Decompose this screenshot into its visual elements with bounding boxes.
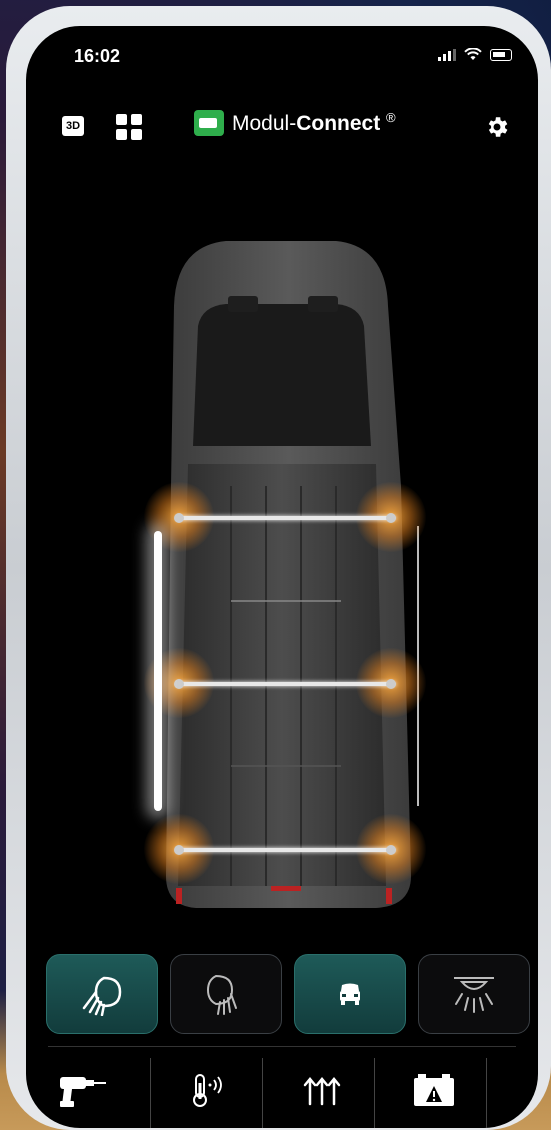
tabbar-divider [48,1046,516,1047]
rail-mount [386,513,396,523]
phone-screen: 16:02 3D Modul-Connect ® [26,26,538,1128]
tab-battery[interactable] [378,1058,490,1122]
thermometer-signal-icon [193,1074,222,1107]
ceiling-light-button[interactable] [418,954,530,1034]
tab-separator [150,1058,151,1128]
brand-name-bold: Connect [296,112,381,135]
roof-rail [176,848,396,852]
vehicle-light-button[interactable] [294,954,406,1034]
battery-icon [490,48,512,61]
grid-cell [116,114,127,125]
status-bar: 16:02 [26,26,538,86]
brand-name-light: Modul- [232,112,297,135]
grid-cell [131,129,142,140]
roof-rail [176,682,396,686]
high-beam-button[interactable] [170,954,282,1034]
battery-warning-icon [414,1074,454,1106]
view-3d-button[interactable]: 3D [62,116,85,136]
status-time: 16:02 [74,46,121,66]
vehicle-front-icon [340,983,360,1005]
van-logo-icon [194,110,224,136]
tab-levelling[interactable] [266,1058,378,1122]
tab-power-tools[interactable] [26,1058,138,1122]
tab-separator [374,1058,375,1128]
lighting-controls [26,954,538,1038]
rail-mount [386,845,396,855]
low-beam-button[interactable] [46,954,158,1034]
side-led-strip[interactable] [154,531,162,811]
ceiling-light-icon [454,977,494,1013]
status-icons [438,48,512,61]
grid-cell [116,129,127,140]
rail-mount [174,845,184,855]
wifi-icon [464,48,482,60]
low-beam-headlight-icon [82,976,122,1016]
arrows-up-icon [303,1077,341,1106]
cellular-signal-icon [438,48,456,61]
rail-mount [174,513,184,523]
tab-climate[interactable] [154,1058,266,1122]
phone-frame: 16:02 3D Modul-Connect ® [6,6,551,1130]
high-beam-headlight-icon [206,974,237,1015]
brand-title: Modul-Connect ® [232,110,396,136]
tab-separator [262,1058,263,1128]
app-header: 3D Modul-Connect ® [26,106,538,150]
rail-mount [174,679,184,689]
grid-cell [131,114,142,125]
settings-gear-icon[interactable] [484,114,510,140]
roof-rail [176,516,396,520]
tab-separator [486,1058,487,1128]
bottom-tabbar [26,1048,538,1128]
vehicle-top-view [26,186,538,946]
rail-mount [386,679,396,689]
grid-view-button[interactable] [116,114,142,140]
drill-icon [60,1077,106,1107]
brand: Modul-Connect ® [194,110,396,136]
van-body [166,241,419,908]
brand-trademark: ® [386,110,396,125]
